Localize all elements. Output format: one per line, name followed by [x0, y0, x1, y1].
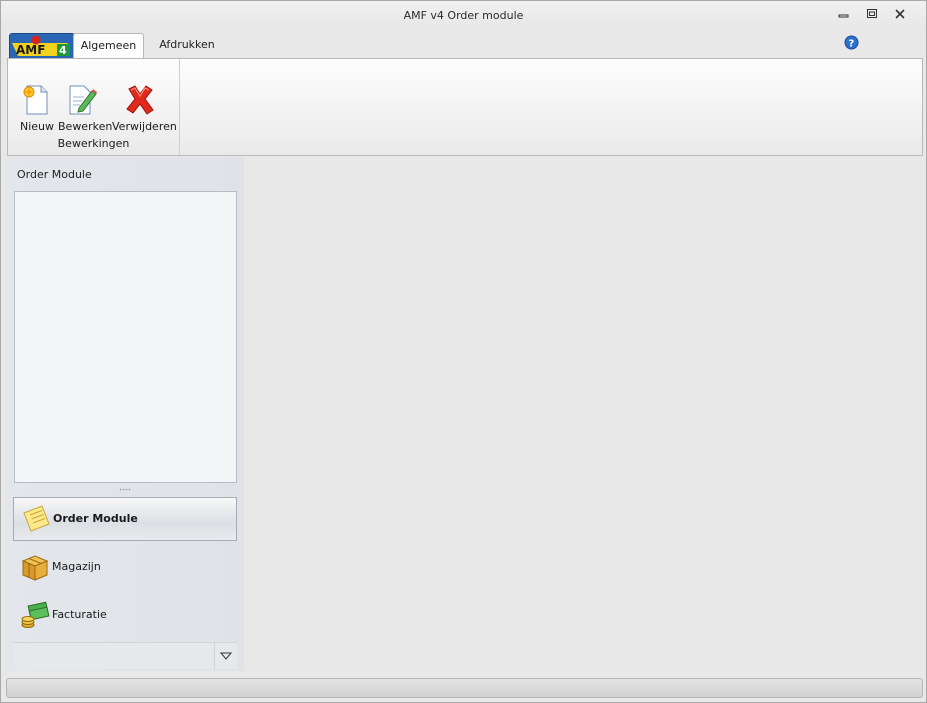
- ribbon-panel: Nieuw Bewerken Verwijderen Bewerkingen: [7, 58, 923, 156]
- money-icon: [21, 601, 50, 628]
- ribbon-tab-row: AMF 4 Algemeen Afdrukken ?: [1, 31, 926, 59]
- notepad-icon: [23, 505, 50, 532]
- delete-x-icon: [126, 85, 154, 115]
- app-window: AMF v4 Order module AMF 4 Algemeen Afdru…: [0, 0, 927, 703]
- nav-item-label: Order Module: [53, 512, 138, 525]
- nav-pane-content[interactable]: [14, 191, 237, 483]
- amf4-logo: AMF 4: [10, 34, 74, 58]
- nav-item-label: Magazijn: [52, 560, 101, 573]
- nav-pane-header: Order Module: [17, 168, 92, 181]
- close-button[interactable]: [888, 5, 912, 23]
- restore-icon: [867, 9, 877, 18]
- nav-item-label: Facturatie: [52, 608, 107, 621]
- minimize-button[interactable]: [832, 5, 856, 23]
- navigation-pane: Order Module Order Module Magazijn Factu…: [7, 157, 244, 671]
- help-icon[interactable]: ?: [844, 35, 859, 50]
- svg-text:4: 4: [59, 44, 67, 57]
- window-title: AMF v4 Order module: [403, 9, 524, 22]
- splitter-grip-icon[interactable]: [119, 488, 131, 491]
- edit-document-icon: [69, 85, 97, 115]
- new-document-icon: [23, 85, 48, 115]
- minimize-icon: [838, 14, 849, 18]
- nav-item-magazijn[interactable]: Magazijn: [13, 546, 237, 588]
- tab-algemeen[interactable]: Algemeen: [73, 33, 144, 59]
- new-button-label: Nieuw: [20, 120, 55, 133]
- tab-afdrukken[interactable]: Afdrukken: [151, 33, 223, 57]
- ribbon-group-bewerkingen: Nieuw Bewerken Verwijderen Bewerkingen: [8, 59, 180, 155]
- svg-text:?: ?: [849, 39, 855, 50]
- ribbon-group-label: Bewerkingen: [57, 137, 130, 150]
- boxes-icon: [21, 555, 49, 581]
- application-menu-button[interactable]: AMF 4: [9, 33, 75, 59]
- delete-button-label: Verwijderen: [112, 120, 177, 133]
- title-bar[interactable]: AMF v4 Order module: [1, 1, 926, 31]
- close-icon: [895, 9, 905, 19]
- restore-button[interactable]: [860, 5, 884, 23]
- status-bar: [6, 678, 923, 698]
- nav-item-order-module[interactable]: Order Module: [13, 497, 237, 541]
- nav-footer-dropdown-button[interactable]: [214, 643, 237, 669]
- main-content-area[interactable]: [244, 157, 924, 675]
- edit-button-label: Bewerken: [58, 120, 113, 133]
- nav-pane-footer: [13, 642, 237, 669]
- svg-text:AMF: AMF: [16, 43, 45, 57]
- chevron-down-icon: [219, 652, 233, 660]
- nav-item-facturatie[interactable]: Facturatie: [13, 594, 237, 636]
